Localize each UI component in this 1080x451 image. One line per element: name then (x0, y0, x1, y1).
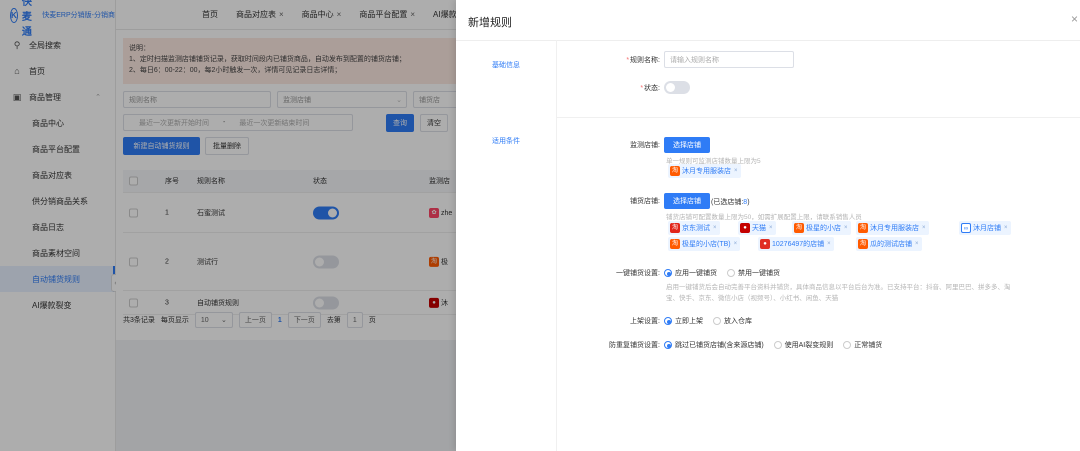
dedupe-normal-radio[interactable]: 正常铺货 (843, 340, 882, 350)
section-conditions: 适用条件 (492, 138, 520, 145)
distribute-shop-tag[interactable]: 淘京东测试 × (668, 221, 720, 235)
radio-indicator (664, 269, 672, 278)
radio-label: 放入仓库 (723, 318, 752, 325)
close-icon[interactable]: × (734, 168, 738, 174)
close-icon[interactable]: × (922, 225, 926, 231)
jd-icon: 淘 (670, 223, 680, 233)
close-icon[interactable]: × (734, 241, 738, 247)
distribute-shop-tag[interactable]: 淘极星的小店 × (792, 221, 851, 235)
tag-label: 天猫 (752, 225, 766, 232)
radio-label: 使用AI裂变规则 (784, 342, 834, 349)
close-icon[interactable]: × (915, 241, 919, 247)
divider (456, 40, 1080, 41)
divider (556, 40, 557, 451)
close-icon[interactable]: × (844, 225, 848, 231)
required-mark: * (640, 85, 644, 92)
distribute-shop-tag[interactable]: ∞ 沐月店铺 × (959, 221, 1011, 235)
distribute-shop-tag[interactable]: 淘沐月专用服装店 × (856, 221, 929, 235)
dedupe-radio-group: 跳过已铺货店铺(含来源店铺) 使用AI裂变规则 正常铺货 (664, 340, 890, 350)
divider (556, 117, 1080, 118)
distribute-shop-label: 铺货店铺: (630, 198, 660, 205)
radio-indicator (664, 341, 672, 350)
tag-label: 沐月专用服装店 (870, 225, 919, 232)
dedupe-label: 防重复铺货设置: (609, 342, 660, 349)
selected-shop-count: (已选店铺:8) (711, 197, 750, 207)
onekey-radio-group: 应用一键铺货 禁用一键铺货 (664, 268, 788, 278)
tag-label: 极星的小店 (806, 225, 841, 232)
drawer-title: 新增规则 (468, 17, 512, 29)
close-icon[interactable]: × (1071, 12, 1078, 26)
link-icon: ∞ (961, 223, 971, 233)
shelf-radio-group: 立即上架 放入仓库 (664, 316, 760, 326)
select-monitor-shop-button[interactable]: 选择店铺 (664, 137, 710, 153)
modal-mask[interactable] (0, 0, 456, 451)
tag-label: 沐月店铺 (973, 225, 1001, 232)
rule-name-label: *规则名称: (560, 55, 660, 65)
radio-indicator (843, 341, 852, 350)
distribute-shop-tag[interactable]: ● 天猫 × (738, 221, 776, 235)
tag-label: 京东测试 (682, 225, 710, 232)
monitor-shop-label: 监测店铺: (630, 142, 660, 149)
onekey-enable-radio[interactable]: 应用一键铺货 (664, 268, 717, 278)
radio-label: 应用一键铺货 (675, 270, 717, 277)
shelf-label: 上架设置: (630, 318, 660, 325)
taobao-icon: 淘 (670, 166, 680, 176)
taobao-icon: 淘 (858, 239, 868, 249)
radio-label: 禁用一键铺货 (737, 270, 780, 277)
taobao-icon: 淘 (794, 223, 804, 233)
tag-label: 10276497的店铺 (772, 241, 825, 248)
label-text: 状态: (644, 85, 660, 92)
distribute-hint: 铺货店铺可配置数量上限为50，如需扩展配置上限，请联系销售人员 (666, 214, 862, 221)
shelf-now-radio[interactable]: 立即上架 (664, 316, 703, 326)
shelf-warehouse-radio[interactable]: 放入仓库 (712, 316, 752, 326)
label-text: 规则名称: (630, 57, 660, 64)
rule-name-input[interactable]: 请输入规则名称 (664, 51, 794, 68)
taobao-icon: 淘 (670, 239, 680, 249)
status-label: *状态: (560, 83, 660, 93)
close-icon[interactable]: × (827, 241, 831, 247)
required-mark: * (626, 57, 630, 64)
tag-label: 瓜的测试店铺 (870, 241, 912, 248)
input-placeholder: 请输入规则名称 (670, 56, 719, 64)
distribute-shop-tag[interactable]: 淘极星的小店(TB) × (668, 237, 741, 251)
radio-indicator (712, 317, 721, 326)
count-prefix: (已选店铺: (711, 199, 744, 206)
tmall-icon: ● (740, 223, 750, 233)
onekey-disable-radio[interactable]: 禁用一键铺货 (726, 268, 780, 278)
dedupe-skip-radio[interactable]: 跳过已铺货店铺(含来源店铺) (664, 340, 764, 350)
status-switch[interactable] (664, 81, 690, 94)
radio-label: 跳过已铺货店铺(含来源店铺) (675, 342, 764, 349)
close-icon[interactable]: × (1004, 225, 1008, 231)
new-rule-drawer: 新增规则 × 基础信息 适用条件 *规则名称: 请输入规则名称 *状态: 监测店… (456, 0, 1080, 451)
radio-label: 正常铺货 (854, 342, 883, 349)
dedupe-ai-radio[interactable]: 使用AI裂变规则 (773, 340, 834, 350)
onekey-hint: 宝、快手、京东、微信小店（视频号）、小红书、闲鱼、天猫 (666, 295, 839, 302)
close-icon[interactable]: × (713, 225, 717, 231)
pdd-icon: ● (760, 239, 770, 249)
onekey-hint: 启用一键铺货后会自动完善平台资料并铺货，具体商品信息以平台后台为准。已支持平台：… (666, 284, 1011, 291)
distribute-shop-tag[interactable]: 淘瓜的测试店铺 × (856, 237, 922, 251)
monitor-shop-tag[interactable]: 淘 沐月专用服装店 × (668, 164, 741, 178)
close-icon[interactable]: × (769, 225, 773, 231)
radio-indicator (726, 269, 735, 278)
count-suffix: ) (747, 199, 750, 206)
distribute-shop-tag[interactable]: ● 10276497的店铺 × (758, 237, 834, 251)
onekey-label: 一键铺货设置: (616, 270, 660, 277)
radio-label: 立即上架 (675, 318, 703, 325)
taobao-icon: 淘 (858, 223, 868, 233)
radio-indicator (664, 317, 672, 326)
tag-label: 沐月专用服装店 (682, 168, 731, 175)
section-basic-info: 基础信息 (492, 62, 520, 69)
radio-indicator (773, 341, 782, 350)
tag-label: 极星的小店(TB) (682, 241, 731, 248)
select-distribute-shop-button[interactable]: 选择店铺 (664, 193, 710, 209)
